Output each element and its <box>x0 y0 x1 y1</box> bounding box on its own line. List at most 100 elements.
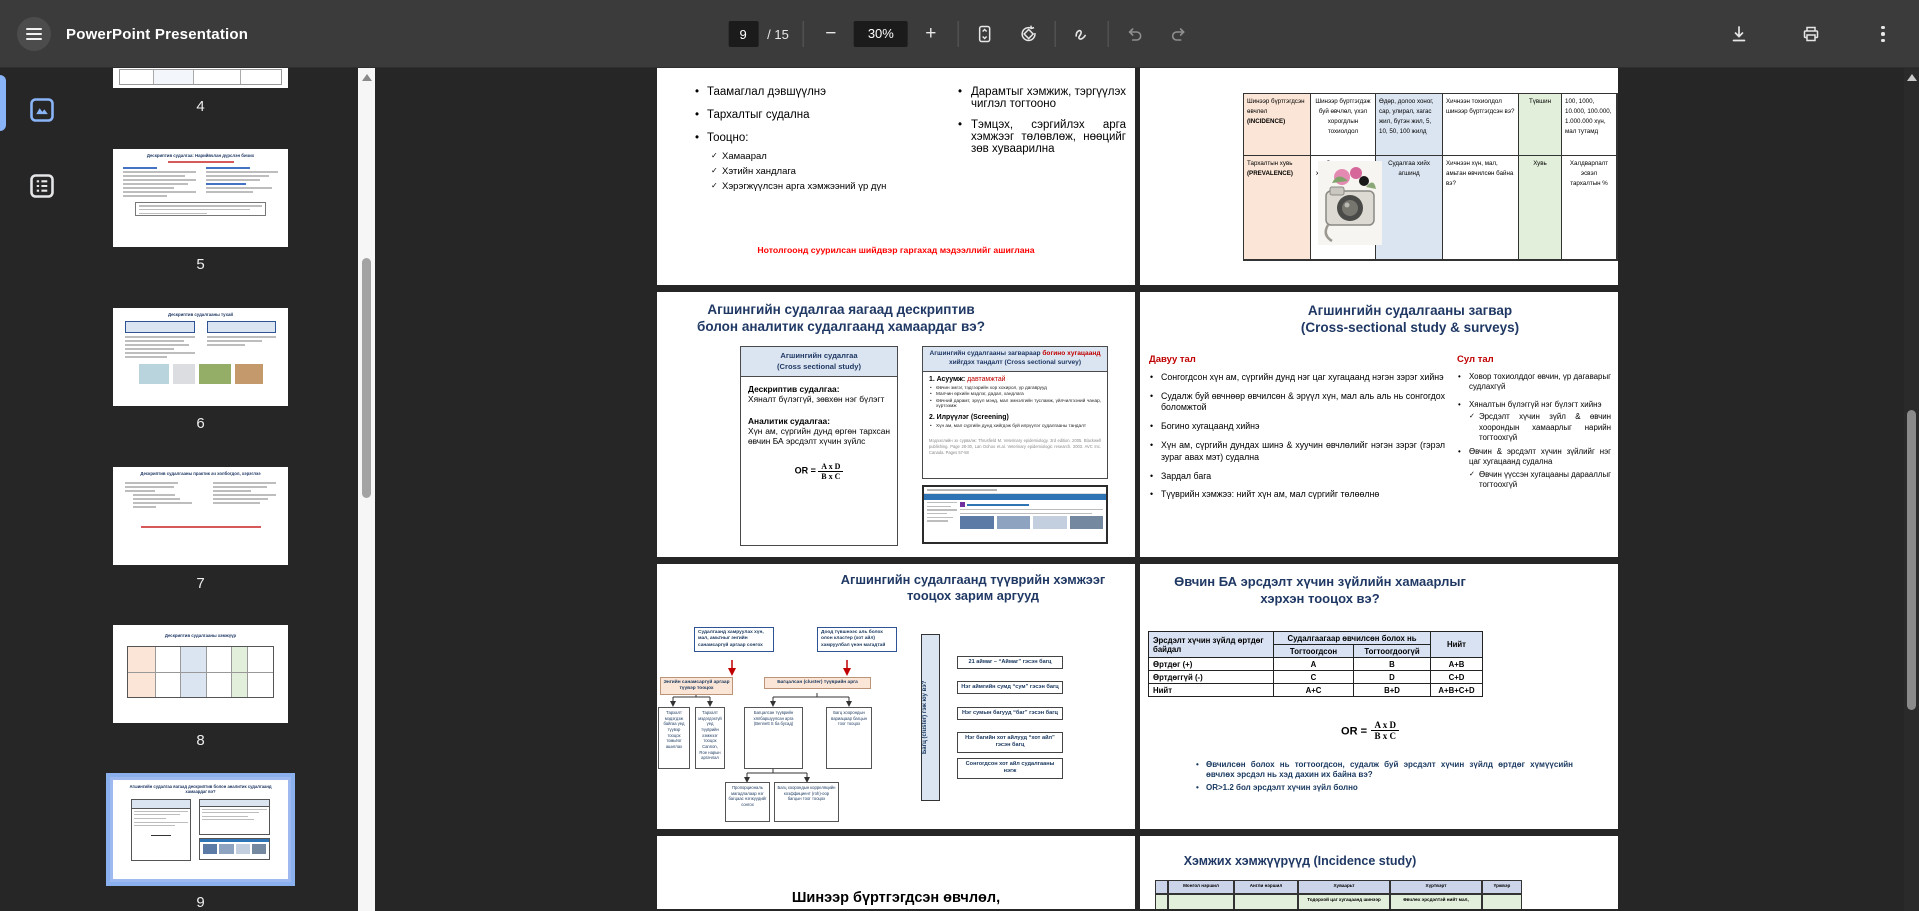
scroll-up-arrow[interactable] <box>361 74 372 81</box>
thumbnail-title: Агшингийн судалгаа яагаад дескриптив бол… <box>129 784 272 795</box>
thumbnail-title: Дескриптив судалгаа: Нарийвчлан дүрслэн … <box>146 153 255 158</box>
slide-title: Агшингийн судалгааны загвар <box>1307 303 1513 318</box>
slide-title: Агшингийн судалгаа яагаад дескриптив <box>707 302 975 317</box>
thumbnails-view-button[interactable] <box>28 96 56 124</box>
box-header: Агшингийн судалгааны загвараар богино ху… <box>923 347 1107 372</box>
cell: A+B <box>1430 657 1483 671</box>
thumbnail-number: 7 <box>196 575 205 592</box>
flow-box: Багцалсан түүврийн хялбаршуулсан арга (B… <box>744 707 803 769</box>
slide-page-13: Шинээр бүртгэгдсэн өвчлөл, <box>657 836 1135 909</box>
cell: A+B+C+D <box>1430 683 1483 697</box>
main-scrollbar-thumb[interactable] <box>1907 410 1916 710</box>
cell-text: Шинээр бүртгэгдсэн өвчлөл <box>1247 98 1305 115</box>
check-item: Өвчин үүссэн хугацааны дарааллыг тогтоох… <box>1469 470 1611 491</box>
bullet: Өвчний дарамт, эрүүл мэнд, мал эмнэлгийн… <box>929 398 1101 408</box>
flow-box: Багц хоорондын вариацаар багцын тоог тоо… <box>826 707 872 769</box>
check-item: Хэрэгжүүлсэн арга хэмжээний үр дүн <box>711 181 901 192</box>
cluster-definition-label: Багц (cluster) гэж юу вэ? <box>921 634 940 801</box>
row-label: Нийт <box>1148 683 1274 697</box>
sidebar-scrollbar[interactable] <box>358 68 375 911</box>
thumbnail-slide-9-selected[interactable]: Агшингийн судалгаа яагаад дескриптив бол… <box>106 773 295 886</box>
download-icon <box>1732 26 1746 42</box>
cell: Өвчлөх эрсдэлтэй нийт мал, <box>1390 894 1482 909</box>
main-scrollbar[interactable] <box>1904 68 1919 911</box>
menu-button[interactable] <box>17 17 51 51</box>
bullet: Ховор тохиолддог өвчин, үр дагаварыг суд… <box>1457 372 1611 393</box>
thumbnail-slide-8[interactable]: Дескриптив судалгааны хэмжүүр <box>113 625 288 723</box>
annotate-button[interactable] <box>1070 22 1094 46</box>
cell-text: Шинээр бүртгэгдэж буй өвчлөл, үхэл хорог… <box>1311 94 1376 156</box>
page-number-input[interactable] <box>728 21 759 47</box>
table-header: Эрсдэлт хүчин зүйлд өртдөг байдал <box>1148 631 1274 658</box>
slide-title: Өвчин БА эрсдэлт хүчин зүйлийн хамаарлыг <box>1174 574 1466 589</box>
thumbnail-number: 6 <box>196 415 205 432</box>
cell-text: Өдөр, долоо хоног, сар, улирал, хагас жи… <box>1376 94 1443 156</box>
table-header: Нийт <box>1430 631 1483 658</box>
divider <box>957 21 959 47</box>
outline-view-button[interactable] <box>28 172 56 200</box>
more-options-button[interactable] <box>1871 22 1895 46</box>
row-label: Өртдөг (+) <box>1148 657 1274 671</box>
slide-footer-note: Нотолгоонд суурилсан шийдвэр гаргахад мэ… <box>757 245 1035 255</box>
cell <box>1234 894 1298 909</box>
flow-box: Доод түвшнээс аль болох олон кластер (хо… <box>817 627 897 653</box>
cell-text: Хичнээн хүн, мал, амьтан өвчилсөн байна … <box>1443 156 1519 260</box>
bullet: Өвчин & эрсдэлт хүчин зүйлийг нэг цаг ху… <box>1457 447 1611 468</box>
advantages-header: Давуу тал <box>1149 354 1196 365</box>
scroll-up-arrow[interactable] <box>1906 74 1917 81</box>
thumbnail-slide-6[interactable]: Дескриптив судалгааны тухай <box>113 308 288 406</box>
cell-text: Хичнээн тохиолдол шинээр бүртгэгдсэн вэ? <box>1443 94 1519 156</box>
thumbnail-title: Дескриптив судалгааны тухай <box>167 312 234 317</box>
slide-title: хэрхэн тооцох вэ? <box>1260 590 1380 606</box>
camera-clipart <box>1318 161 1382 245</box>
incidence-measures-table: Монгол нэршил Англи нэршил Хуваарьт Хүрт… <box>1155 880 1522 909</box>
pages-grid: Таамаглал дэвшүүлнэ Тархалтыг судална То… <box>657 68 1618 909</box>
thumbnail-number: 8 <box>196 732 205 749</box>
cell: A <box>1273 657 1354 671</box>
label: давтамжтай <box>967 375 1006 383</box>
thumbnail-slide-7[interactable]: Дескриптив судалгааны практик ач холбогд… <box>113 467 288 565</box>
bullet: Таамаглал дэвшүүлнэ <box>693 86 931 98</box>
slide-page-11: Агшингийн судалгаанд түүврийн хэмжээг то… <box>657 564 1135 829</box>
cell: A+C <box>1273 683 1354 697</box>
sidebar-scrollbar-thumb[interactable] <box>362 258 371 498</box>
slide-title: (Cross-sectional study & surveys) <box>1300 320 1520 336</box>
cell: C <box>1273 670 1354 684</box>
zoom-in-button[interactable]: + <box>918 21 944 47</box>
cell: B+D <box>1353 683 1431 697</box>
annotate-pen-icon <box>1075 29 1087 40</box>
bullet: Сонгогдсон хүн ам, сүргийн дунд нэг цаг … <box>1149 372 1445 384</box>
cluster-box: Сонгогдсон хот айл судалгааны нэгж <box>957 758 1063 779</box>
redo-button[interactable] <box>1167 22 1191 46</box>
table-header: Судалгаагаар өвчилсөн болох нь <box>1273 631 1431 645</box>
label: 1. Асуумж: <box>929 375 966 383</box>
thumbnail-slide-4[interactable] <box>113 68 288 88</box>
zoom-out-button[interactable]: − <box>818 21 844 47</box>
rotate-icon <box>1021 25 1036 42</box>
bullet: Хүн ам, сүргийн дундах шинэ & хуучин өвч… <box>1149 440 1445 463</box>
thumbnail-slide-5[interactable]: Дескриптив судалгаа: Нарийвчлан дүрслэн … <box>113 149 288 247</box>
cell-text: Түвшин <box>1519 94 1562 156</box>
bullet: Хяналтын бүлэггүй нэг бүлэгт хийнэ <box>1457 400 1611 411</box>
slide-title: Шинээр бүртгэгдсэн өвчлөл, <box>791 890 1001 906</box>
cell-text-bold: (PREVALENCE) <box>1247 169 1293 177</box>
document-viewport[interactable]: Таамаглал дэвшүүлнэ Тархалтыг судална То… <box>375 68 1904 911</box>
fit-page-button[interactable] <box>973 22 997 46</box>
thumbnail-panel: 4 Дескриптив судалгаа: Нарийвчлан дүрслэ… <box>85 68 375 911</box>
bullet: Өвчин эмгэг, тэдгээрийн хор хохирол, үр … <box>929 385 1101 390</box>
document-title: PowerPoint Presentation <box>66 25 249 43</box>
divider <box>1107 21 1109 47</box>
flow-box: Судалгаанд хамруулах хүн, мал, амьтныг э… <box>694 627 774 653</box>
rotate-button[interactable] <box>1017 22 1041 46</box>
thumbnail-number: 5 <box>196 256 205 273</box>
slide-page-10: Агшингийн судалгааны загвар (Cross-secti… <box>1140 292 1618 557</box>
print-button[interactable] <box>1799 22 1823 46</box>
download-button[interactable] <box>1727 22 1751 46</box>
zoom-level: 30% <box>853 21 908 47</box>
table-header: Хуваарьт <box>1298 880 1390 894</box>
check-item: Хамаарал <box>711 151 901 162</box>
slide-page-14: Хэмжих хэмжүүрүүд (Incidence study) Монг… <box>1140 836 1618 909</box>
bullet: Зардал бага <box>1149 471 1445 483</box>
table-header: Хүртвэрт <box>1390 880 1482 894</box>
undo-button[interactable] <box>1123 22 1147 46</box>
